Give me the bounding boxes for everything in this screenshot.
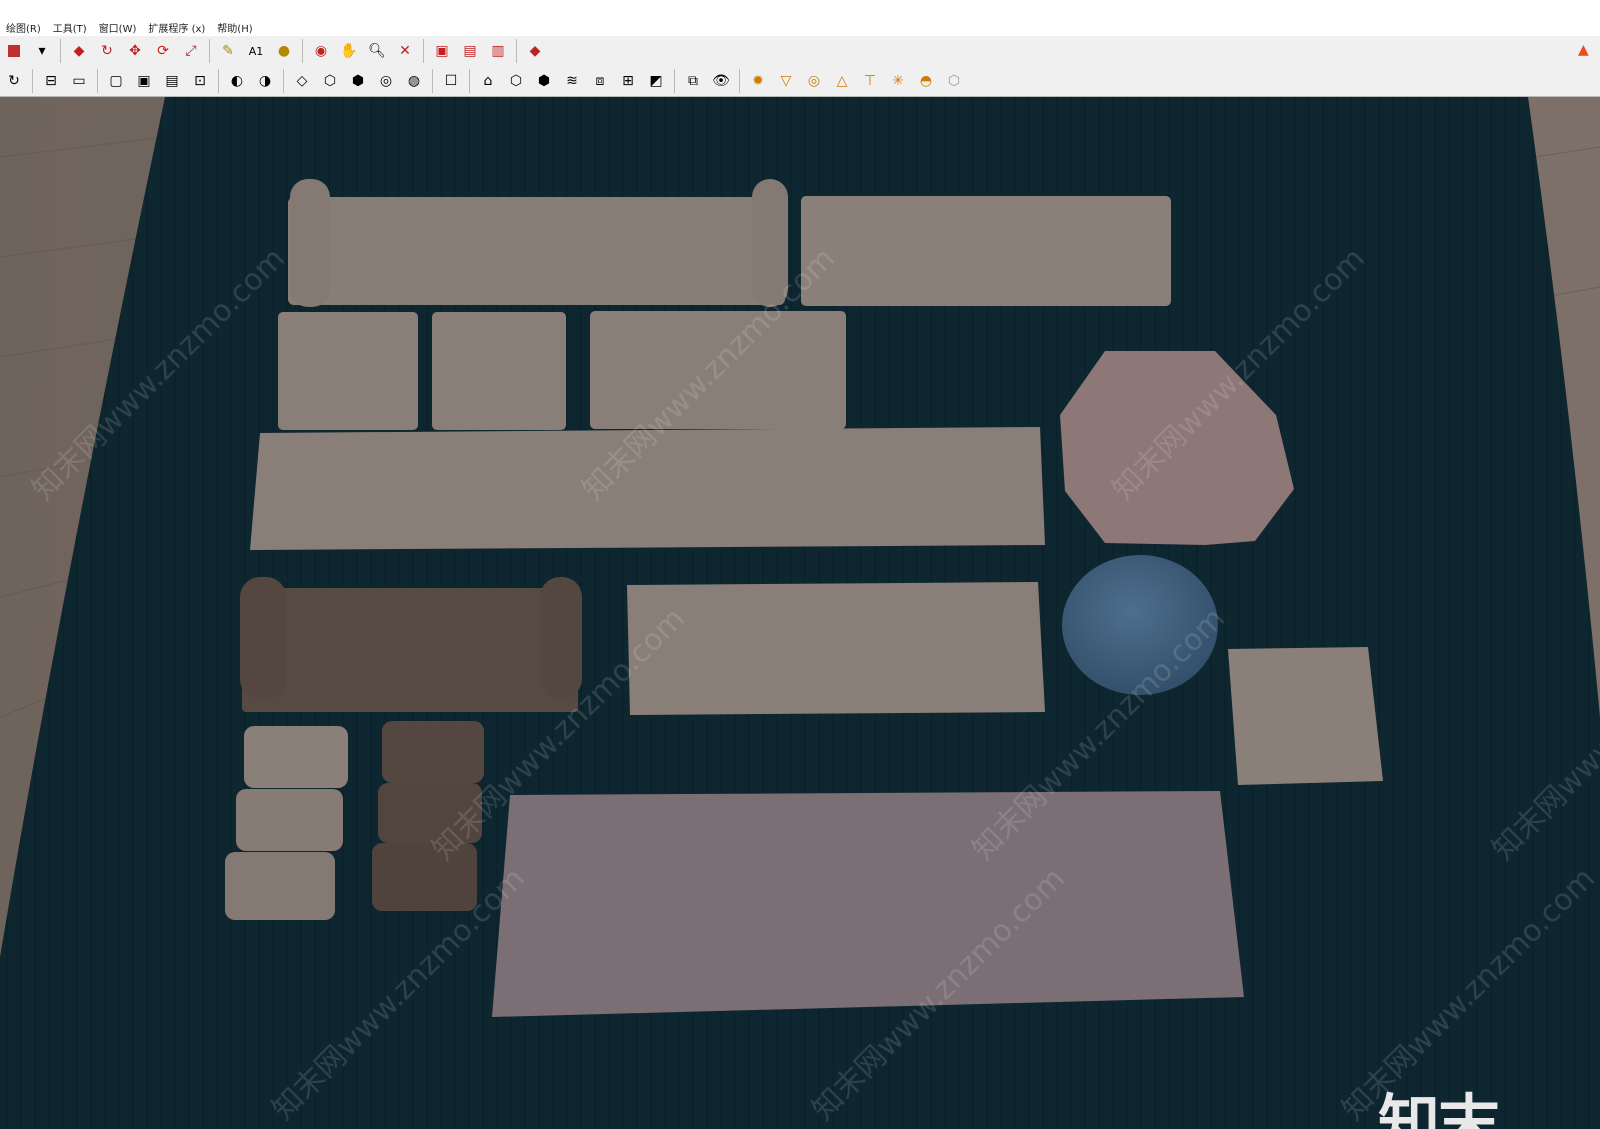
menu-item-window[interactable]: 窗口(W) — [93, 20, 143, 35]
push-pull-icon[interactable]: ◆ — [67, 39, 91, 63]
cushion-sofa-back-1 — [288, 179, 788, 307]
toolbar-divider — [739, 69, 740, 93]
shaded-icon[interactable]: ◎ — [374, 69, 398, 93]
component-icon[interactable]: ▢ — [104, 69, 128, 93]
scale-icon[interactable]: ⤢ — [179, 39, 203, 63]
section-display-icon[interactable]: ▭ — [67, 69, 91, 93]
zoom-extents-icon[interactable]: ✕ — [393, 39, 417, 63]
sun-icon[interactable]: ✳ — [886, 69, 910, 93]
watermark-logo: 知末 — [1378, 1087, 1500, 1129]
solid-union-icon[interactable]: ◐ — [225, 69, 249, 93]
extension-warehouse-icon[interactable]: ▥ — [486, 39, 510, 63]
notification-icon[interactable]: ▲ — [1578, 42, 1596, 60]
share-model-icon[interactable]: ▤ — [458, 39, 482, 63]
select-icon[interactable]: ☐ — [439, 69, 463, 93]
3d-viewport[interactable]: 知末网www.znzmo.com 知末网www.znzmo.com 知末网www… — [0, 97, 1600, 1129]
toolbar-divider — [469, 69, 470, 93]
right-view-icon[interactable]: ⧈ — [588, 69, 612, 93]
iso-view-icon[interactable]: ⬡ — [504, 69, 528, 93]
cushion-rect-1 — [801, 196, 1171, 306]
refresh-icon[interactable]: ↻ — [2, 69, 26, 93]
solid-subtract-icon[interactable]: ◑ — [253, 69, 277, 93]
perspective-icon[interactable]: ⧉ — [681, 69, 705, 93]
light-icon[interactable]: ✹ — [746, 69, 770, 93]
ruby-icon[interactable]: ◆ — [523, 39, 547, 63]
front-view-icon[interactable]: ≋ — [560, 69, 584, 93]
section-plane-icon[interactable]: ⊟ — [39, 69, 63, 93]
window-titlebar — [0, 0, 1600, 18]
toolbar-divider — [516, 39, 517, 63]
zoom-icon[interactable]: 🔍︎ — [365, 39, 389, 63]
follow-me-icon[interactable]: ↻ — [95, 39, 119, 63]
cone-icon[interactable]: △ — [830, 69, 854, 93]
walk-icon[interactable]: 👁︎ — [709, 69, 733, 93]
cushion-square-2 — [432, 312, 566, 430]
toolbar-divider — [209, 39, 210, 63]
layer-icon[interactable]: ▤ — [160, 69, 184, 93]
move-icon[interactable]: ✥ — [123, 39, 147, 63]
cube-icon[interactable]: ⬡ — [942, 69, 966, 93]
paint-bucket-icon[interactable] — [2, 39, 26, 63]
menu-item-extensions[interactable]: 扩展程序 (x) — [142, 20, 211, 35]
menu-item-draw[interactable]: 绘图(R) — [0, 20, 47, 35]
text-icon[interactable]: A1 — [244, 39, 268, 63]
tape-measure-icon[interactable]: ✎ — [216, 39, 240, 63]
lock-icon[interactable]: ⊡ — [188, 69, 212, 93]
cushion-long-2 — [627, 582, 1045, 715]
dome-icon[interactable]: ◓ — [914, 69, 938, 93]
menu-item-tools[interactable]: 工具(T) — [47, 20, 93, 35]
pan-icon[interactable]: ✋ — [337, 39, 361, 63]
cushion-mattress — [492, 791, 1244, 1017]
top-view-icon[interactable]: ⬢ — [532, 69, 556, 93]
dropdown-icon[interactable]: ▾ — [30, 39, 54, 63]
toolbar-divider — [283, 69, 284, 93]
cushion-square-1 — [278, 312, 418, 430]
camera-icon[interactable]: ⌂ — [476, 69, 500, 93]
sphere-icon[interactable]: ◎ — [802, 69, 826, 93]
warehouse-icon[interactable]: ▣ — [430, 39, 454, 63]
main-toolbar: ▾ ◆ ↻ ✥ ⟳ ⤢ ✎ A1 ● ◉ ✋ 🔍︎ ✕ ▣ ▤ ▥ ◆ ▲ — [0, 36, 1600, 67]
toolbar-divider — [60, 39, 61, 63]
menu-item-help[interactable]: 帮助(H) — [211, 20, 258, 35]
cushion-sofa-dark — [240, 577, 582, 712]
toolbar-divider — [32, 69, 33, 93]
spotlight-icon[interactable]: ▽ — [774, 69, 798, 93]
xray-icon[interactable]: ◇ — [290, 69, 314, 93]
toolbar-divider — [674, 69, 675, 93]
cushion-pillow — [1228, 647, 1383, 785]
group-icon[interactable]: ▣ — [132, 69, 156, 93]
lamp-icon[interactable]: ⊤ — [858, 69, 882, 93]
back-view-icon[interactable]: ⊞ — [616, 69, 640, 93]
secondary-toolbar: ↻ ⊟ ▭ ▢ ▣ ▤ ⊡ ◐ ◑ ◇ ⬡ ⬢ ◎ ◍ ☐ ⌂ ⬡ ⬢ ≋ ⧈ … — [0, 66, 1600, 97]
toolbar-divider — [432, 69, 433, 93]
paint-icon[interactable]: ● — [272, 39, 296, 63]
menu-bar: 绘图(R) 工具(T) 窗口(W) 扩展程序 (x) 帮助(H) — [0, 18, 1600, 36]
wireframe-icon[interactable]: ⬡ — [318, 69, 342, 93]
toolbar-divider — [423, 39, 424, 63]
orbit-icon[interactable]: ◉ — [309, 39, 333, 63]
textured-icon[interactable]: ◍ — [402, 69, 426, 93]
hidden-line-icon[interactable]: ⬢ — [346, 69, 370, 93]
left-view-icon[interactable]: ◩ — [644, 69, 668, 93]
rotate-icon[interactable]: ⟳ — [151, 39, 175, 63]
toolbar-divider — [218, 69, 219, 93]
toolbar-divider — [97, 69, 98, 93]
toolbar-divider — [302, 39, 303, 63]
